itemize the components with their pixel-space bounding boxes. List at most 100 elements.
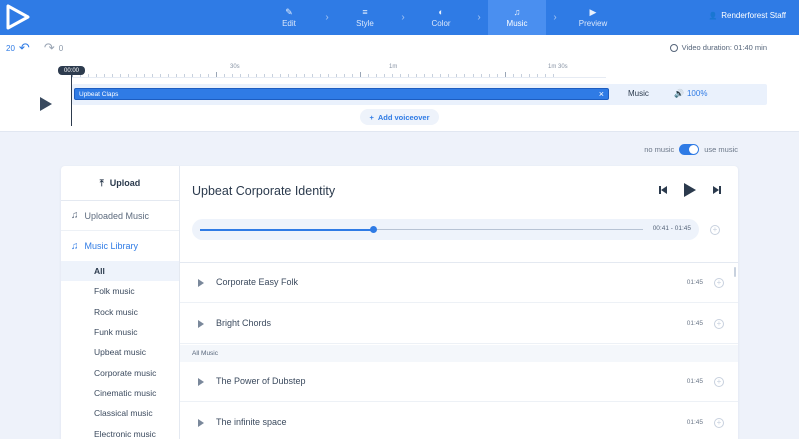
ruler-tick (240, 74, 242, 77)
music-sidebar: ⤒ Upload ♫ Uploaded Music ♫ Music Librar… (61, 166, 180, 439)
tab-color[interactable]: ◐ Color (412, 0, 470, 35)
chevron-right-icon: › (553, 12, 557, 23)
track-duration: 01:45 (686, 320, 703, 327)
ruler-tick (112, 74, 114, 77)
volume-value: 100% (686, 89, 708, 98)
ruler-tick (88, 74, 90, 77)
add-voiceover-button[interactable]: + Add voiceover (360, 109, 439, 125)
play-icon[interactable] (198, 419, 204, 427)
ruler-tick (368, 74, 370, 77)
play-button[interactable] (40, 97, 52, 111)
category-rock[interactable]: Rock music (61, 302, 179, 322)
user-menu[interactable]: 👤 Renderforest Staff (709, 11, 787, 20)
redo-icon[interactable]: ↷ (44, 41, 55, 54)
tab-label: Preview (578, 19, 608, 28)
next-track-icon[interactable] (713, 186, 721, 194)
add-icon[interactable]: + (714, 418, 724, 428)
ruler-tick (168, 74, 170, 77)
section-label: All Music (180, 345, 738, 362)
track-name: Bright Chords (216, 318, 272, 328)
use-music-label: use music (704, 145, 738, 154)
close-icon[interactable]: × (599, 89, 604, 100)
chevron-right-icon: › (477, 12, 481, 23)
music-icon: ♫ (513, 7, 521, 17)
ruler-tick (344, 74, 346, 77)
timeline-panel: 20 ↶ ↷ 0 Video duration: 01:40 min 30s 1… (0, 35, 799, 132)
category-classical[interactable]: Classical music (61, 403, 179, 423)
track-name: Corporate Easy Folk (216, 277, 299, 287)
track-name: The infinite space (216, 417, 287, 427)
player-controls (659, 183, 721, 197)
sidebar-item-label: Music Library (84, 241, 139, 251)
ruler-tick (440, 74, 442, 77)
upload-icon: ⤒ (99, 177, 104, 188)
ruler-tick (136, 74, 138, 77)
ruler-tick (448, 74, 450, 77)
tab-style[interactable]: ≡ Style (336, 0, 394, 35)
category-funk[interactable]: Funk music (61, 322, 179, 342)
upload-button[interactable]: ⤒ Upload (61, 166, 179, 201)
playhead-time[interactable]: 00:00 (58, 66, 85, 75)
category-folk[interactable]: Folk music (61, 281, 179, 301)
music-clip[interactable]: Upbeat Claps × (74, 88, 609, 100)
list-item[interactable]: Corporate Easy Folk 01:45 + (180, 263, 738, 303)
tab-label: Style (356, 19, 374, 28)
redo-count: 0 (58, 43, 64, 53)
toggle-knob (689, 145, 699, 154)
ruler-tick (360, 72, 362, 77)
undo-count: 20 (6, 43, 15, 53)
undo-icon[interactable]: ↶ (19, 41, 30, 54)
volume-icon: 🔊 (674, 89, 684, 98)
step-nav: ✎ Edit › ≡ Style › ◐ Color › ♫ Music › ▶… (260, 0, 622, 35)
ruler-tick (520, 74, 522, 77)
category-electronic[interactable]: Electronic music (61, 423, 179, 439)
sidebar-item-music-library[interactable]: ♫ Music Library (61, 231, 179, 261)
tab-edit[interactable]: ✎ Edit (260, 0, 318, 35)
category-corporate[interactable]: Corporate music (61, 362, 179, 382)
category-all[interactable]: All (61, 261, 179, 282)
list-item[interactable]: Bright Chords 01:45 + (180, 304, 738, 344)
progress-handle[interactable] (369, 226, 377, 233)
play-icon[interactable] (198, 320, 204, 328)
ruler-tick (320, 74, 322, 77)
progress-track[interactable] (200, 226, 643, 233)
add-icon[interactable]: + (714, 319, 724, 329)
ruler-tick (216, 72, 218, 77)
ruler-tick (200, 74, 202, 77)
add-icon[interactable]: + (714, 377, 724, 387)
ruler-tick (272, 74, 274, 77)
category-cinematic[interactable]: Cinematic music (61, 383, 179, 403)
tab-preview[interactable]: ▶ Preview (564, 0, 622, 35)
ruler-tick (424, 74, 426, 77)
ruler-tick (96, 74, 98, 77)
tab-label: Color (431, 19, 451, 28)
track-duration: 01:45 (686, 279, 703, 286)
ruler-tick (512, 74, 514, 77)
ruler-tick (504, 72, 506, 77)
volume-control[interactable]: 🔊 100% (674, 89, 707, 98)
list-item[interactable]: The infinite space 01:45 + (180, 403, 738, 439)
category-upbeat[interactable]: Upbeat music (61, 342, 179, 362)
list-item[interactable]: The Power of Dubstep 01:45 + (180, 362, 738, 402)
no-music-label: no music (644, 145, 675, 154)
play-icon[interactable] (684, 183, 696, 197)
add-voiceover-label: Add voiceover (377, 112, 430, 122)
play-icon[interactable] (198, 279, 204, 287)
ruler-label: 1m 30s (548, 64, 568, 70)
ruler-tick (264, 74, 266, 77)
play-icon: ▶ (589, 7, 597, 17)
tab-music[interactable]: ♫ Music (488, 0, 546, 35)
play-logo-icon[interactable] (4, 3, 32, 31)
previous-track-icon[interactable] (659, 186, 667, 194)
add-icon[interactable]: + (714, 278, 724, 288)
add-icon[interactable]: + (710, 225, 720, 235)
ruler-tick (336, 74, 338, 77)
ruler-tick (304, 74, 306, 77)
ruler-tick (120, 74, 122, 77)
music-toggle[interactable] (679, 144, 700, 155)
ruler-tick (472, 74, 474, 77)
ruler-tick (384, 74, 386, 77)
time-ruler[interactable]: 30s 1m 1m 30s (72, 64, 606, 78)
sidebar-item-uploaded-music[interactable]: ♫ Uploaded Music (61, 201, 179, 231)
play-icon[interactable] (198, 378, 204, 386)
